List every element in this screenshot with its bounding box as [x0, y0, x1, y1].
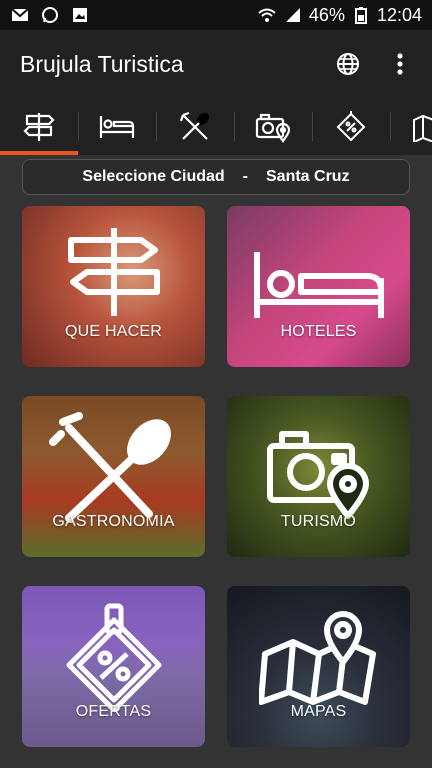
whatsapp-icon — [40, 5, 60, 25]
more-vertical-icon — [397, 53, 403, 75]
globe-icon — [337, 53, 359, 75]
map-pin-icon — [258, 611, 376, 705]
camera-pin-icon — [255, 113, 291, 143]
overflow-menu-button[interactable] — [382, 46, 418, 82]
tile-label: QUE HACER — [65, 323, 162, 340]
app-title: Brujula Turistica — [20, 50, 184, 77]
city-selector-value: Santa Cruz — [266, 168, 350, 185]
tab-turismo[interactable] — [234, 98, 312, 155]
image-icon — [70, 5, 90, 25]
tile-turismo[interactable]: TURISMO — [227, 396, 410, 557]
language-button[interactable] — [330, 46, 366, 82]
tab-ofertas[interactable] — [312, 98, 390, 155]
tile-label: GASTRONOMIA — [52, 513, 175, 530]
tile-label: OFERTAS — [75, 703, 152, 720]
tile-label: TURISMO — [280, 513, 357, 530]
city-selector-separator: - — [242, 168, 248, 185]
utensils-icon — [179, 111, 210, 140]
bed-icon — [99, 115, 135, 138]
tab-que-hacer[interactable] — [0, 98, 78, 155]
signpost-icon — [23, 112, 55, 141]
tab-hoteles[interactable] — [78, 98, 156, 155]
tag-percent-icon — [336, 110, 366, 141]
tab-gastronomia[interactable] — [156, 98, 234, 155]
app-bar: Brujula Turistica — [0, 30, 432, 98]
tile-label: HOTELES — [280, 323, 357, 340]
city-selector[interactable]: Seleccione Ciudad - Santa Cruz — [22, 159, 410, 195]
status-bar: 46% 12:04 — [0, 0, 432, 30]
signal-icon — [283, 5, 303, 25]
utensils-icon — [48, 412, 171, 522]
tag-percent-icon — [66, 603, 161, 712]
gmail-icon — [10, 5, 30, 25]
signpost-icon — [67, 228, 160, 316]
map-icon — [413, 114, 432, 142]
tile-mapas[interactable]: MAPAS — [227, 586, 410, 747]
wifi-icon — [257, 5, 277, 25]
bed-icon — [253, 252, 384, 318]
battery-percent: 46% — [308, 4, 345, 25]
tile-que-hacer[interactable]: QUE HACER — [22, 206, 205, 367]
tile-label: MAPAS — [290, 703, 347, 720]
city-selector-prefix: Seleccione Ciudad — [82, 168, 225, 185]
camera-pin-icon — [266, 431, 369, 519]
tile-gastronomia[interactable]: GASTRONOMIA — [22, 396, 205, 557]
tab-mapas[interactable] — [390, 98, 432, 155]
clock: 12:04 — [376, 4, 422, 25]
tile-ofertas[interactable]: OFERTAS — [22, 586, 205, 747]
battery-icon — [351, 5, 371, 25]
category-tab-bar — [0, 98, 432, 155]
tile-hoteles[interactable]: HOTELES — [227, 206, 410, 367]
